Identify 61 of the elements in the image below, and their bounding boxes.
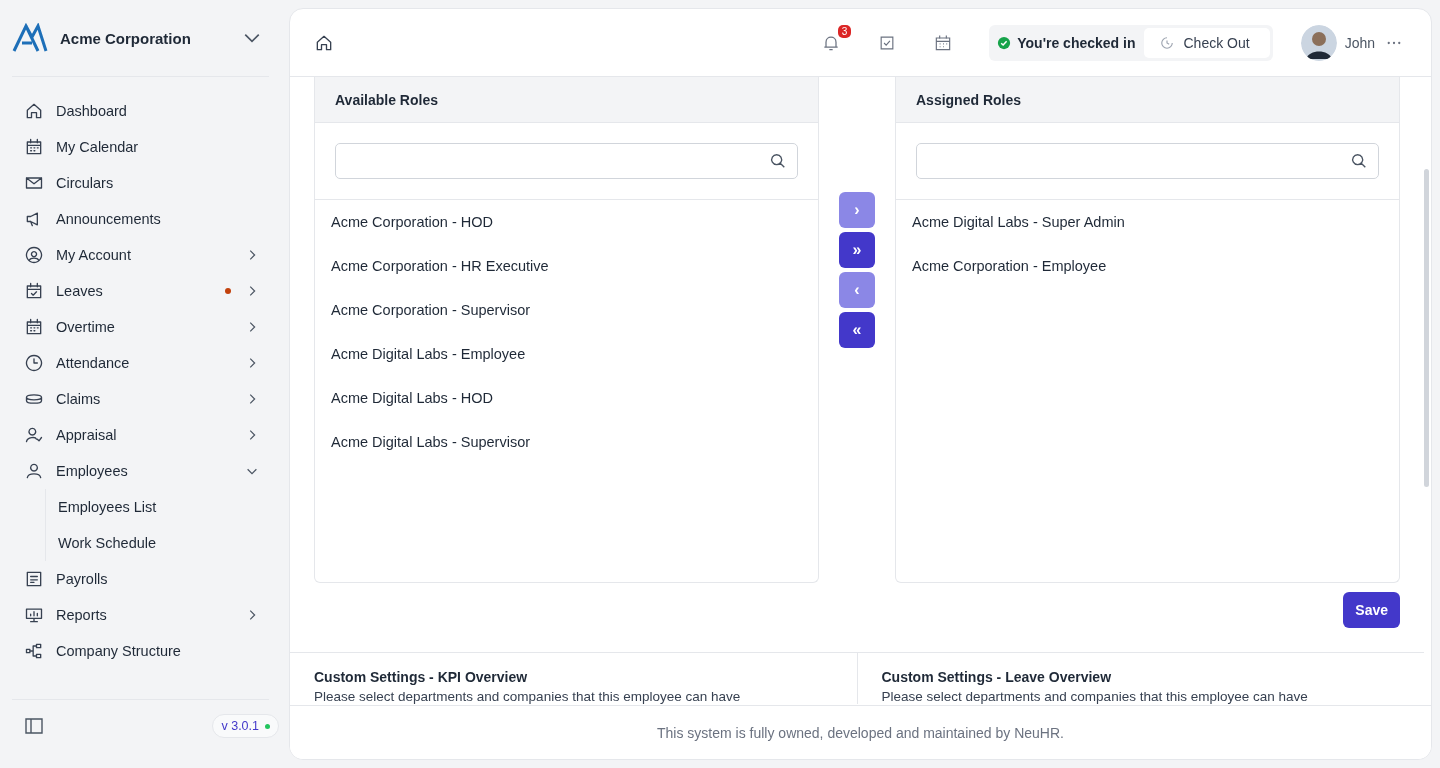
logo-icon — [12, 23, 48, 53]
sidebar-item[interactable]: Dashboard — [12, 93, 269, 129]
sidebar-item[interactable]: My Calendar — [12, 129, 269, 165]
scrollbar[interactable] — [1424, 169, 1429, 487]
version-badge: v 3.0.1 — [212, 714, 279, 738]
user-check-icon — [24, 425, 44, 445]
calendar-icon — [24, 137, 44, 157]
role-item[interactable]: Acme Digital Labs - Employee — [315, 332, 818, 376]
check-circle-icon — [997, 35, 1012, 50]
role-item[interactable]: Acme Corporation - Employee — [896, 244, 1399, 288]
sidebar-item[interactable]: Announcements — [12, 201, 269, 237]
notification-badge: 3 — [837, 24, 852, 38]
footer-text: This system is fully owned, developed and maintained by NeuHR. — [290, 705, 1431, 759]
sidebar-item[interactable]: Claims — [12, 381, 269, 417]
transfer-button[interactable]: » — [839, 232, 875, 268]
sidebar-toggle-icon[interactable] — [24, 716, 44, 736]
sidebar-item[interactable]: Employees — [12, 453, 269, 489]
section-description: Please select departments and companies that this employee can have — [314, 689, 742, 704]
user-icon — [24, 461, 44, 481]
sidebar-item[interactable]: Circulars — [12, 165, 269, 201]
role-item[interactable]: Acme Digital Labs - Super Admin — [896, 200, 1399, 244]
sidebar-item[interactable]: Appraisal — [12, 417, 269, 453]
sidebar-item[interactable]: Overtime — [12, 309, 269, 345]
receipt-icon — [24, 569, 44, 589]
panel-title: Assigned Roles — [896, 77, 1399, 123]
sidebar-subitem[interactable]: Work Schedule — [46, 525, 269, 561]
section-title: Custom Settings - Leave Overview — [881, 669, 1113, 685]
search-icon — [1350, 152, 1368, 170]
transfer-button[interactable]: « — [839, 312, 875, 348]
calendar-icon — [24, 317, 44, 337]
sidebar-item[interactable]: My Account — [12, 237, 269, 273]
role-item[interactable]: Acme Digital Labs - HOD — [315, 376, 818, 420]
search-field[interactable] — [335, 143, 798, 179]
sidebar-item[interactable]: Leaves — [12, 273, 269, 309]
section-description: Please select departments and companies that this employee can have — [881, 689, 1309, 704]
status-text: You're checked in — [1017, 34, 1136, 51]
sidebar-item[interactable]: Reports — [12, 597, 269, 633]
home-icon — [24, 101, 44, 121]
company-name: Acme Corporation — [60, 29, 192, 47]
structure-icon — [24, 641, 44, 661]
role-item[interactable]: Acme Corporation - HOD — [315, 200, 818, 244]
section-title: Custom Settings - KPI Overview — [314, 669, 529, 685]
clock-icon — [24, 353, 44, 373]
search-field[interactable] — [916, 143, 1379, 179]
panel-title: Available Roles — [315, 77, 818, 123]
sidebar-item[interactable]: Attendance — [12, 345, 269, 381]
user-name[interactable]: John — [1344, 34, 1375, 51]
check-out-button[interactable]: Check Out — [1143, 27, 1270, 58]
account-icon — [24, 245, 44, 265]
sidebar-subitem[interactable]: Employees List — [46, 489, 269, 525]
calendar-check-icon — [24, 281, 44, 301]
role-item[interactable]: Acme Corporation - HR Executive — [315, 244, 818, 288]
role-item[interactable]: Acme Corporation - Supervisor — [315, 288, 818, 332]
user-avatar[interactable] — [1300, 24, 1337, 61]
more-icon[interactable] — [1387, 40, 1401, 45]
sidebar-item[interactable]: Company Structure — [12, 633, 269, 669]
role-item[interactable]: Acme Digital Labs - Supervisor — [315, 420, 818, 464]
search-icon — [769, 152, 787, 170]
sidebar-item[interactable]: Payrolls — [12, 561, 269, 597]
clock-icon — [1159, 35, 1174, 50]
save-button[interactable]: Save — [1343, 592, 1400, 628]
